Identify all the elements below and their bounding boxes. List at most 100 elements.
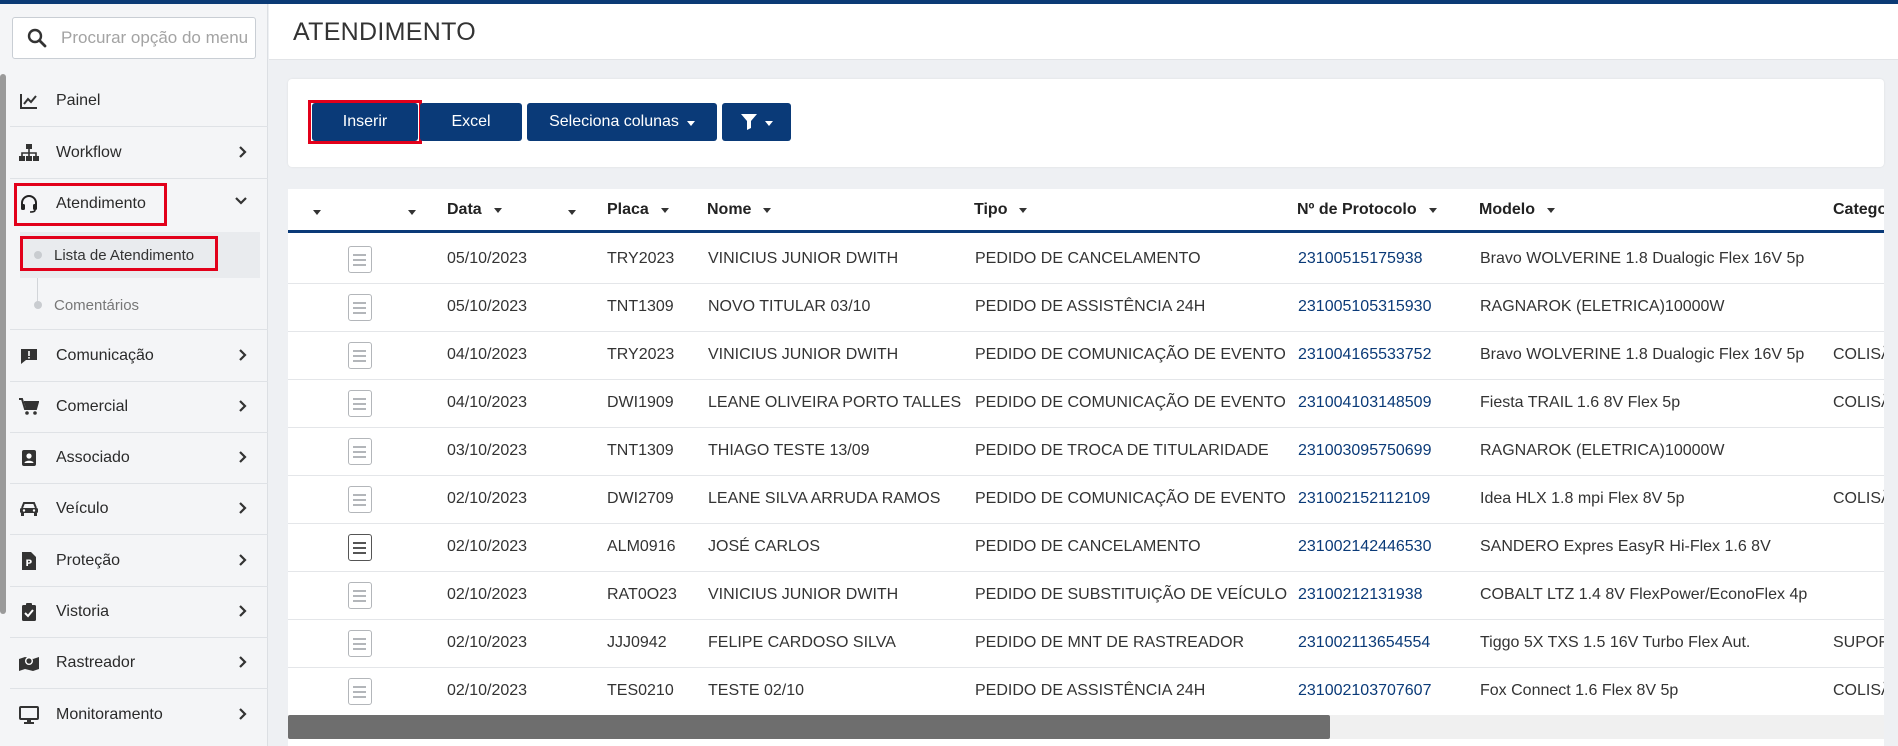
column-header-categoria[interactable]: Catego bbox=[1833, 201, 1884, 219]
table-cell: 02/10/2023 bbox=[447, 490, 528, 507]
caret-down-icon bbox=[1428, 207, 1437, 213]
clipboard-check-icon bbox=[18, 601, 40, 623]
caret-down-icon[interactable] bbox=[568, 210, 576, 215]
details-icon[interactable] bbox=[348, 678, 372, 705]
column-header-label: Nº de Protocolo bbox=[1297, 201, 1417, 218]
chevron-right-icon bbox=[239, 400, 247, 412]
table-cell[interactable]: 23100212131938 bbox=[1298, 586, 1423, 604]
table-row[interactable]: 04/10/2023 TRY2023 VINICIUS JUNIOR DWITH PE… bbox=[288, 332, 1884, 380]
details-icon[interactable] bbox=[348, 246, 372, 273]
details-icon[interactable] bbox=[348, 438, 372, 465]
table-row[interactable]: 05/10/2023 TNT1309 NOVO TITULAR 03/10 PEDID… bbox=[288, 284, 1884, 332]
table-cell: Fiesta TRAIL 1.6 8V Flex 5p bbox=[1480, 394, 1681, 411]
sidebar-item-vistoria[interactable]: Vistoria bbox=[10, 587, 260, 637]
column-header-tipo[interactable]: Tipo bbox=[974, 201, 1028, 219]
sidebar-item-protecao[interactable]: P Proteção bbox=[10, 536, 260, 586]
column-header-modelo[interactable]: Modelo bbox=[1479, 201, 1555, 219]
details-icon[interactable] bbox=[348, 630, 372, 657]
search-icon bbox=[27, 28, 47, 48]
sidebar-item-atendimento[interactable]: Atendimento bbox=[10, 179, 260, 229]
table-cell: PEDIDO DE COMUNICAÇÃO DE EVENTO bbox=[975, 346, 1286, 363]
table-cell: TNT1309 bbox=[607, 298, 674, 315]
caret-down-icon bbox=[763, 207, 772, 213]
table-row[interactable]: 02/10/2023 TES0210 TESTE 02/10 PEDIDO DE AS… bbox=[288, 668, 1884, 716]
chevron-right-icon bbox=[239, 502, 247, 514]
table-row[interactable]: 02/10/2023 DWI2709 LEANE SILVA ARRUDA RAMO… bbox=[288, 476, 1884, 524]
table-row[interactable]: 04/10/2023 DWI1909 LEANE OLIVEIRA PORTO TA… bbox=[288, 380, 1884, 428]
table-row[interactable]: 02/10/2023 JJJ0942 FELIPE CARDOSO SILVA PED… bbox=[288, 620, 1884, 668]
sidebar-subitem-label: Lista de Atendimento bbox=[54, 246, 195, 264]
table-cell: COLISÃ bbox=[1833, 394, 1884, 411]
table-cell: PEDIDO DE MNT DE RASTREADOR bbox=[975, 634, 1245, 651]
table-row[interactable]: 02/10/2023 ALM0916 JOSÉ CARLOS PEDIDO DE CA… bbox=[288, 524, 1884, 572]
table-cell[interactable]: 231003095750699 bbox=[1298, 442, 1431, 460]
chevron-right-icon bbox=[239, 146, 247, 158]
sidebar-subitem-comentarios[interactable]: Comentários bbox=[20, 282, 260, 328]
menu-search-input[interactable] bbox=[61, 26, 251, 50]
insert-button[interactable]: Inserir bbox=[312, 103, 418, 141]
table-cell: PEDIDO DE SUBSTITUIÇÃO DE VEÍCULO bbox=[975, 586, 1288, 603]
table-cell[interactable]: 23100515175938 bbox=[1298, 250, 1423, 268]
caret-down-icon[interactable] bbox=[408, 210, 416, 215]
column-header-placa[interactable]: Placa bbox=[607, 201, 669, 219]
table-cell: PEDIDO DE CANCELAMENTO bbox=[975, 250, 1201, 267]
table-cell[interactable]: 231002113654554 bbox=[1298, 634, 1430, 652]
sidebar-item-monitoramento[interactable]: Monitoramento bbox=[10, 690, 260, 740]
table-row[interactable]: 03/10/2023 TNT1309 THIAGO TESTE 13/09 PEDID… bbox=[288, 428, 1884, 476]
filter-icon bbox=[740, 114, 757, 130]
sidebar-item-workflow[interactable]: Workflow bbox=[10, 128, 260, 178]
column-header-protocolo[interactable]: Nº de Protocolo bbox=[1297, 201, 1437, 219]
sidebar-item-associado[interactable]: Associado bbox=[10, 433, 260, 483]
table-cell[interactable]: 231002152112109 bbox=[1298, 490, 1430, 508]
table-row[interactable]: 05/10/2023 TRY2023 VINICIUS JUNIOR DWITH PE… bbox=[288, 236, 1884, 284]
column-header-label: Nome bbox=[707, 201, 752, 218]
details-icon[interactable] bbox=[348, 486, 372, 513]
table-cell: TNT1309 bbox=[607, 442, 674, 459]
divider bbox=[10, 329, 268, 330]
table-cell: Tiggo 5X TXS 1.5 16V Turbo Flex Aut. bbox=[1480, 634, 1751, 651]
details-icon[interactable] bbox=[348, 342, 372, 369]
table-cell: DWI1909 bbox=[607, 394, 674, 411]
table-cell[interactable]: 231005105315930 bbox=[1298, 298, 1431, 316]
column-header-data[interactable]: Data bbox=[447, 201, 502, 219]
chevron-right-icon bbox=[239, 451, 247, 463]
table-cell: LEANE OLIVEIRA PORTO TALLES bbox=[708, 394, 962, 411]
chart-line-icon bbox=[18, 90, 40, 112]
chevron-right-icon bbox=[239, 656, 247, 668]
excel-button[interactable]: Excel bbox=[420, 103, 522, 141]
select-columns-label: Seleciona colunas bbox=[549, 113, 679, 130]
details-icon[interactable] bbox=[348, 390, 372, 417]
horizontal-scrollbar[interactable] bbox=[288, 715, 1884, 739]
select-columns-button[interactable]: Seleciona colunas bbox=[527, 103, 717, 141]
table-cell: Idea HLX 1.8 mpi Flex 8V 5p bbox=[1480, 490, 1685, 507]
sidebar-item-veiculo[interactable]: Veículo bbox=[10, 484, 260, 534]
table-cell: RAGNAROK (ELETRICA)10000W bbox=[1480, 442, 1725, 459]
table-cell: 04/10/2023 bbox=[447, 346, 528, 363]
table-row[interactable]: 02/10/2023 RAT0O23 VINICIUS JUNIOR DWITH PE… bbox=[288, 572, 1884, 620]
table-cell[interactable]: 231004103148509 bbox=[1298, 394, 1431, 412]
sidebar-scrollbar[interactable] bbox=[0, 74, 6, 614]
table-cell[interactable]: 231002103707607 bbox=[1298, 682, 1431, 700]
scrollbar-thumb[interactable] bbox=[288, 715, 1330, 739]
details-icon[interactable] bbox=[348, 294, 372, 321]
caret-down-icon[interactable] bbox=[313, 210, 321, 215]
table-cell: SANDERO Expres EasyR Hi-Flex 1.6 8V bbox=[1480, 538, 1771, 555]
details-icon[interactable] bbox=[348, 534, 372, 561]
chevron-right-icon bbox=[239, 605, 247, 617]
details-icon[interactable] bbox=[348, 582, 372, 609]
table-cell: PEDIDO DE COMUNICAÇÃO DE EVENTO bbox=[975, 394, 1286, 411]
page-title: ATENDIMENTO bbox=[293, 18, 476, 46]
sidebar-item-label: Comunicação bbox=[56, 347, 154, 364]
sidebar-item-comercial[interactable]: Comercial bbox=[10, 382, 260, 432]
table-cell[interactable]: 231004165533752 bbox=[1298, 346, 1431, 364]
column-header-nome[interactable]: Nome bbox=[707, 201, 772, 219]
sidebar-item-comunicacao[interactable]: Comunicação bbox=[10, 331, 260, 381]
table-cell: JJJ0942 bbox=[607, 634, 667, 651]
table-cell[interactable]: 231002142446530 bbox=[1298, 538, 1431, 556]
submenu-dot bbox=[34, 301, 42, 309]
sidebar-item-rastreador[interactable]: Rastreador bbox=[10, 638, 260, 688]
filter-button[interactable] bbox=[722, 103, 791, 141]
sidebar-item-painel[interactable]: Painel bbox=[10, 76, 260, 126]
table-cell: FELIPE CARDOSO SILVA bbox=[708, 634, 896, 651]
sidebar-subitem-lista-de-atendimento[interactable]: Lista de Atendimento bbox=[20, 232, 260, 278]
